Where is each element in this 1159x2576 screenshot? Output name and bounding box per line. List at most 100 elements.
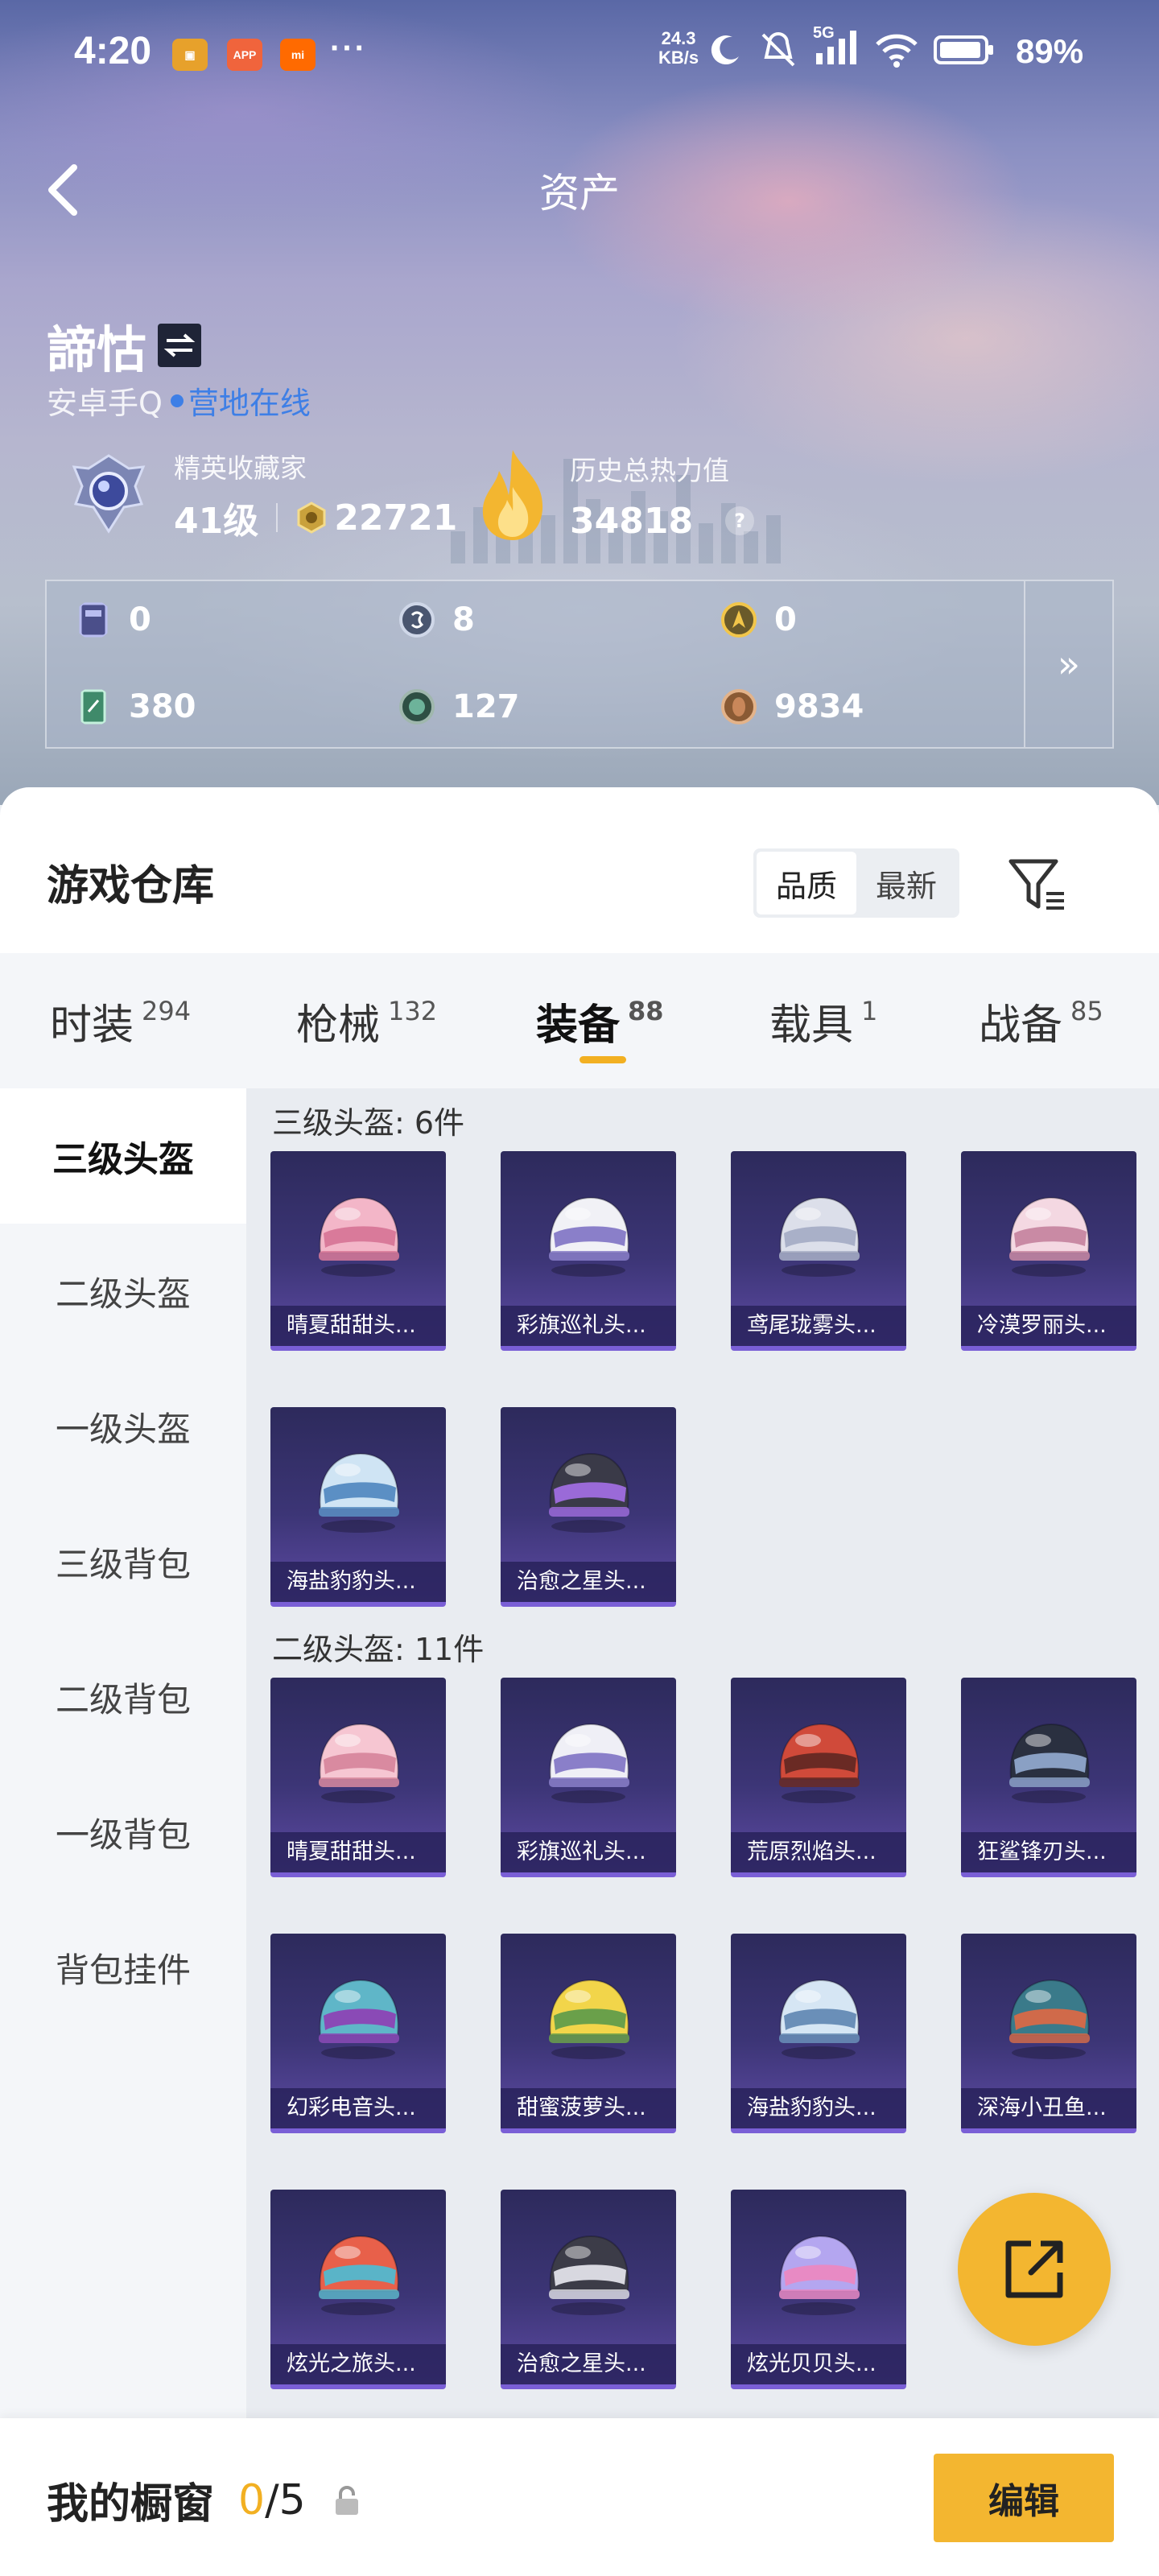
gold-badge-icon [721,602,757,638]
item-name: 晴夏甜甜头... [270,1832,446,1872]
item-name: 炫光贝贝头... [731,2344,906,2384]
item-card[interactable]: 海盐豹豹头... [731,1934,906,2133]
item-grid: 三级头盔: 6件 晴夏甜甜头... 彩旗巡礼头... 鸢尾珑雾头... 冷漠罗丽头...… [246,1088,1159,2576]
helmet-icon [549,1452,629,1533]
tab-label: 枪械 [296,1001,381,1050]
item-name: 海盐豹豹头... [731,2088,906,2128]
filter-button[interactable] [1006,857,1067,913]
sidebar-item-level1-backpack[interactable]: 一级背包 [0,1765,246,1900]
help-icon[interactable]: ? [725,506,755,535]
item-card[interactable]: 治愈之星头... [501,1407,676,1607]
currency-item: 0 [74,601,151,639]
helmet-icon [549,1196,629,1277]
sort-toggle: 品质 最新 [753,848,959,918]
showcase-bar: 我的橱窗 0/5 编辑 [0,2418,1159,2576]
sidebar-item-level1-helmet[interactable]: 一级头盔 [0,1359,246,1494]
item-name: 幻彩电音头... [270,2088,446,2128]
edit-showcase-button[interactable]: 编辑 [934,2454,1114,2542]
flame-icon [482,450,543,540]
wifi-icon [876,34,918,68]
tab-gear[interactable]: 战备 85 [979,953,1103,1088]
helmet-icon [549,2235,629,2315]
green-orb-icon [399,689,435,724]
user-platform: 安卓手Q [47,386,163,421]
showcase-count: 0/5 [238,2476,306,2524]
green-ticket-icon [80,689,106,724]
currency-item: 8 [398,601,475,639]
collector-rank[interactable]: 精英收藏家 41级 22721 [64,447,457,543]
sidebar-item-level2-helmet[interactable]: 二级头盔 [0,1224,246,1359]
sort-option-quality[interactable]: 品质 [757,852,856,914]
helmet-icon [1009,1196,1090,1277]
network-type: 5G [813,24,835,42]
lock-icon [335,2485,358,2515]
tab-vehicles[interactable]: 载具 1 [769,953,877,1088]
online-dot-icon [170,394,184,407]
card-icon [79,602,108,638]
item-card[interactable]: 冷漠罗丽头... [961,1151,1136,1351]
tab-label: 装备 [536,1001,621,1050]
heat-title: 历史总热力值 [570,454,729,486]
item-name: 治愈之星头... [501,1562,676,1602]
helmet-icon [319,1723,399,1803]
sidebar-item-level3-backpack[interactable]: 三级背包 [0,1494,246,1629]
sidebar-item-backpack-charm[interactable]: 背包挂件 [0,1900,246,2035]
helmet-icon [779,1723,860,1803]
category-tabs: 时装 294 枪械 132 装备 88 载具 1 战备 85 [0,953,1159,1088]
switch-account-icon[interactable] [158,324,202,367]
showcase-total: /5 [265,2475,306,2524]
item-card[interactable]: 甜蜜菠萝头... [501,1934,676,2133]
sort-option-newest[interactable]: 最新 [856,852,956,914]
net-speed: 24.3 KB/s [658,29,699,68]
currency-value: 8 [452,601,475,638]
status-time: 4:20 [74,30,152,72]
sidebar-item-level3-helmet[interactable]: 三级头盔 [0,1088,246,1224]
more-currencies-button[interactable]: » [1024,581,1112,747]
item-card[interactable]: 晴夏甜甜头... [270,1151,446,1351]
item-card[interactable]: 炫光贝贝头... [731,2190,906,2389]
item-name: 治愈之星头... [501,2344,676,2384]
tab-weapons[interactable]: 枪械 132 [296,953,437,1088]
item-name: 荒原烈焰头... [731,1832,906,1872]
tab-label: 时装 [50,1001,134,1050]
helmet-icon [779,1196,860,1277]
item-card[interactable]: 海盐豹豹头... [270,1407,446,1607]
item-name: 鸢尾珑雾头... [731,1306,906,1346]
tab-equipment[interactable]: 装备 88 [536,953,664,1088]
item-card[interactable]: 彩旗巡礼头... [501,1678,676,1877]
tab-label: 战备 [979,1001,1063,1050]
share-button[interactable] [958,2193,1111,2346]
item-card[interactable]: 幻彩电音头... [270,1934,446,2133]
silver-coin-icon [399,602,435,638]
tab-costume[interactable]: 时装 294 [50,953,191,1088]
section-title: 二级头盔: 11件 [272,1632,485,1667]
rank-points: 22721 [334,497,458,539]
item-card[interactable]: 彩旗巡礼头... [501,1151,676,1351]
item-card[interactable]: 治愈之星头... [501,2190,676,2389]
showcase-title-row: 我的橱窗 0/5 [47,2470,361,2530]
sidebar-item-level2-backpack[interactable]: 二级背包 [0,1629,246,1765]
page-title: 资产 [539,170,620,217]
currency-value: 0 [774,601,797,638]
notification-app-icon: mi [280,39,316,71]
helmet-icon [549,1979,629,2059]
item-card[interactable]: 荒原烈焰头... [731,1678,906,1877]
divider [276,503,278,532]
item-card[interactable]: 深海小丑鱼... [961,1934,1136,2133]
item-card[interactable]: 狂鲨锋刃头... [961,1678,1136,1877]
item-card[interactable]: 晴夏甜甜头... [270,1678,446,1877]
currency-value: 0 [129,601,151,638]
item-name: 冷漠罗丽头... [961,1306,1136,1346]
tab-label: 载具 [769,1001,854,1050]
notification-app-icon: ▣ [172,39,208,71]
item-name: 深海小丑鱼... [961,2088,1136,2128]
currency-value: 127 [452,688,520,725]
net-speed-value: 24.3 [661,28,696,48]
helmet-icon [779,2235,860,2315]
item-card[interactable]: 鸢尾珑雾头... [731,1151,906,1351]
notification-app-icon: APP [227,39,262,71]
item-card[interactable]: 炫光之旅头... [270,2190,446,2389]
heat-value: 34818 [570,500,694,542]
helmet-icon [319,1196,399,1277]
collector-coin-icon [297,502,326,534]
